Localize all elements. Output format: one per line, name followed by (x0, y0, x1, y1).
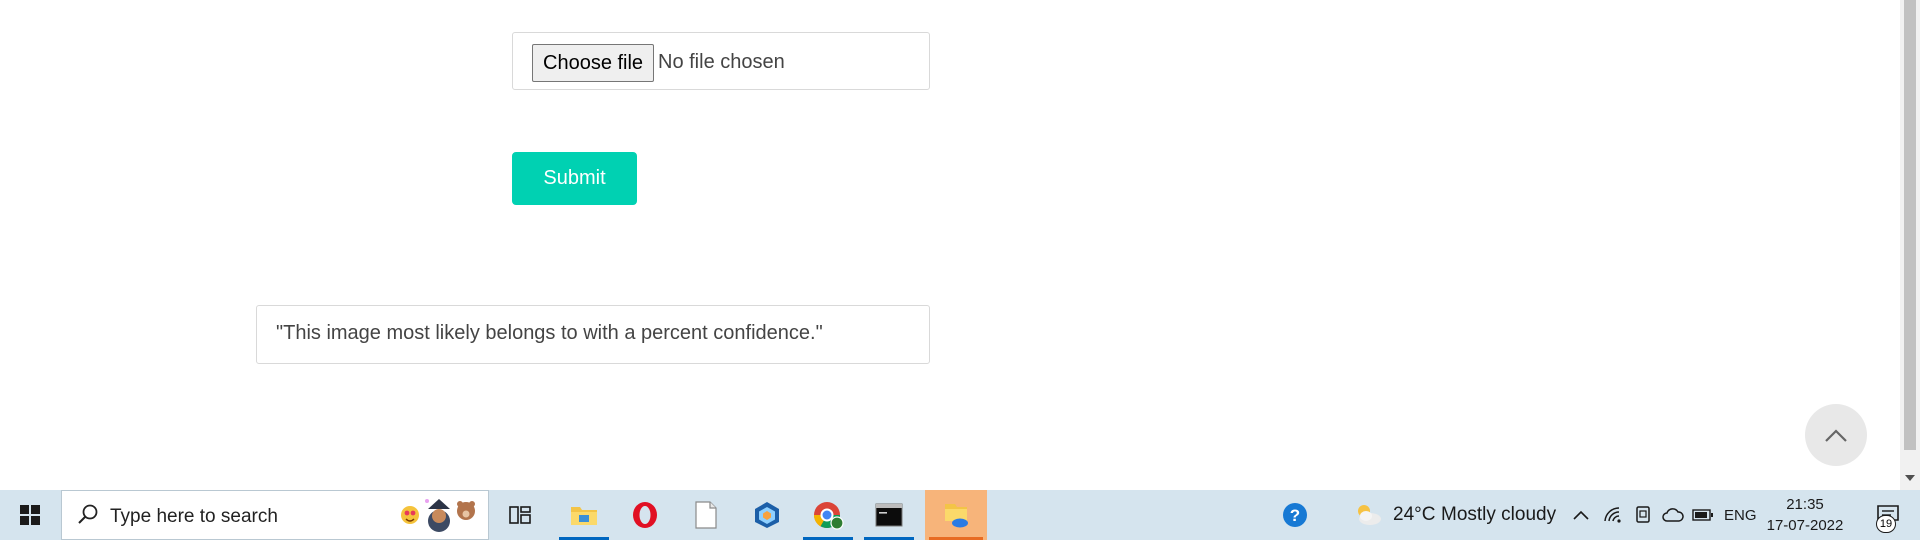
submit-button[interactable]: Submit (512, 152, 637, 205)
task-view-button[interactable] (492, 490, 548, 540)
windows-icon (20, 505, 40, 525)
battery-icon (1692, 509, 1713, 521)
scroll-down-arrow-icon[interactable] (1905, 475, 1915, 481)
page-content: Choose file No file chosen Submit "This … (0, 0, 1900, 490)
weather-condition[interactable]: Mostly cloudy (1441, 490, 1556, 540)
file-input-field: Choose file No file chosen (512, 32, 930, 90)
vertical-scrollbar[interactable] (1900, 0, 1920, 490)
weather-widget-icon-wrap[interactable] (1350, 490, 1386, 540)
result-box: "This image most likely belongs to with … (256, 305, 930, 364)
search-highlight-art-icon (401, 499, 475, 532)
virtualbox-icon (755, 502, 779, 528)
taskbar-app-file-manager-cloud[interactable] (925, 490, 987, 540)
file-manager-cloud-icon (945, 504, 968, 528)
chrome-icon (813, 502, 844, 530)
clock[interactable]: 21:35 17-07-2022 (1760, 494, 1850, 536)
taskbar-app-opera[interactable] (616, 490, 674, 540)
start-button[interactable] (0, 490, 60, 540)
weather-temperature[interactable]: 24°C (1393, 490, 1435, 540)
search-icon (78, 504, 98, 524)
chevron-up-icon (1825, 429, 1847, 442)
scrollbar-thumb[interactable] (1904, 0, 1916, 450)
result-text: "This image most likely belongs to with … (276, 322, 823, 344)
wifi-icon (1604, 507, 1621, 523)
notepad-icon (695, 501, 717, 529)
file-status-text: No file chosen (658, 51, 785, 73)
network-button[interactable] (1600, 490, 1626, 540)
taskbar-search-box[interactable]: Type here to search (61, 490, 489, 540)
language-indicator[interactable]: ENG (1724, 490, 1757, 540)
device-icon (1636, 506, 1650, 523)
svg-text:?: ? (1290, 506, 1300, 525)
onedrive-button[interactable] (1659, 490, 1687, 540)
task-view-icon (509, 506, 531, 524)
taskbar-app-terminal[interactable] (860, 490, 918, 540)
back-to-top-button[interactable] (1805, 404, 1867, 466)
opera-icon (633, 502, 657, 528)
help-icon: ? (1283, 503, 1307, 527)
taskbar-app-notepad[interactable] (677, 490, 735, 540)
taskbar: Type here to search ? 24°C Mostly cloudy… (0, 490, 1920, 540)
clock-time: 21:35 (1786, 496, 1824, 513)
terminal-icon (875, 503, 903, 527)
choose-file-button[interactable]: Choose file (532, 44, 655, 82)
show-hidden-icons-button[interactable] (1568, 490, 1594, 540)
chevron-up-icon (1573, 510, 1589, 520)
search-placeholder: Type here to search (110, 506, 278, 527)
file-explorer-icon (571, 507, 597, 525)
cloud-icon (1662, 508, 1684, 522)
battery-button[interactable] (1690, 490, 1716, 540)
clock-date: 17-07-2022 (1766, 517, 1844, 534)
taskbar-app-file-explorer[interactable] (555, 490, 613, 540)
device-button[interactable] (1630, 490, 1656, 540)
taskbar-app-chrome[interactable] (799, 490, 857, 540)
notification-count-badge: 19 (1876, 515, 1896, 533)
weather-cloud-sun-icon (1358, 505, 1381, 525)
help-button[interactable]: ? (1275, 490, 1315, 540)
taskbar-app-virtualbox[interactable] (738, 490, 796, 540)
